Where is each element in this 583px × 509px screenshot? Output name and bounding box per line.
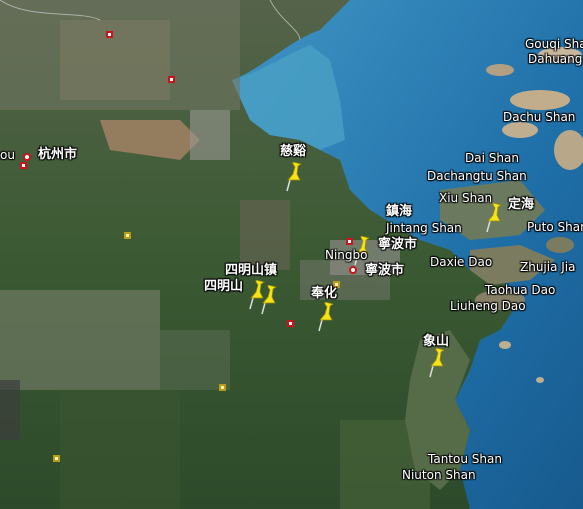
- town-marker[interactable]: [124, 232, 131, 239]
- siming-shan-zhen-label[interactable]: 四明山镇: [225, 264, 277, 277]
- cixi-pin[interactable]: [284, 162, 308, 192]
- siming-pin-2[interactable]: [259, 285, 283, 315]
- map-imagery: [0, 0, 583, 509]
- poi-marker[interactable]: [106, 31, 113, 38]
- siming-shan-label[interactable]: 四明山: [204, 280, 243, 293]
- daxie-dao-label[interactable]: Daxie Dao: [430, 256, 492, 268]
- xiangshan-pin[interactable]: [427, 348, 451, 378]
- town-marker[interactable]: [219, 384, 226, 391]
- dahuangdang-label[interactable]: Dahuang: [528, 53, 582, 65]
- ningbo-shi-label-2[interactable]: 寧波市: [365, 264, 404, 277]
- dai-shan-label[interactable]: Dai Shan: [465, 152, 519, 164]
- ningbo-shi-label-1[interactable]: 寧波市: [378, 238, 417, 251]
- poi-marker[interactable]: [168, 76, 175, 83]
- zhenhai-label[interactable]: 鎮海: [386, 205, 412, 218]
- hangzhou-partial-label: ou: [0, 148, 15, 162]
- xiu-shan-label[interactable]: Xiu Shan: [439, 192, 492, 204]
- cixi-label[interactable]: 慈谿: [280, 145, 306, 158]
- zhujia-jian-label[interactable]: Zhujia Jia: [520, 261, 576, 273]
- dachu-shan-label[interactable]: Dachu Shan: [503, 111, 575, 123]
- dachangtu-shan-label[interactable]: Dachangtu Shan: [427, 170, 527, 182]
- fenghua-pin[interactable]: [316, 302, 340, 332]
- town-marker[interactable]: [53, 455, 60, 462]
- poi-marker[interactable]: [287, 320, 294, 327]
- ningbo-city-marker[interactable]: [349, 266, 357, 274]
- dinghai-label[interactable]: 定海: [508, 198, 534, 211]
- hangzhou-label[interactable]: 杭州市: [38, 148, 77, 161]
- xiangshan-label[interactable]: 象山: [423, 335, 449, 348]
- hangzhou-city-marker[interactable]: [23, 153, 31, 161]
- satellite-map[interactable]: ou 杭州市 慈谿 鎮海 Jintang Shan 寧波市 Ningbo 寧波市…: [0, 0, 583, 509]
- taohua-dao-label[interactable]: Taohua Dao: [485, 284, 555, 296]
- liuheng-dao-label[interactable]: Liuheng Dao: [450, 300, 526, 312]
- gouqi-shan-label[interactable]: Gouqi Shan: [525, 38, 583, 50]
- fenghua-label[interactable]: 奉化: [311, 287, 337, 300]
- putuo-shan-label[interactable]: Puto Shan: [527, 221, 583, 233]
- jintang-shan-label[interactable]: Jintang Shan: [386, 222, 462, 234]
- tantou-shan-label[interactable]: Tantou Shan: [428, 453, 502, 465]
- poi-marker[interactable]: [20, 162, 27, 169]
- dinghai-pin[interactable]: [484, 203, 508, 233]
- ningbo-en-label[interactable]: Ningbo: [325, 249, 368, 261]
- niuton-shan-label[interactable]: Niuton Shan: [402, 469, 476, 481]
